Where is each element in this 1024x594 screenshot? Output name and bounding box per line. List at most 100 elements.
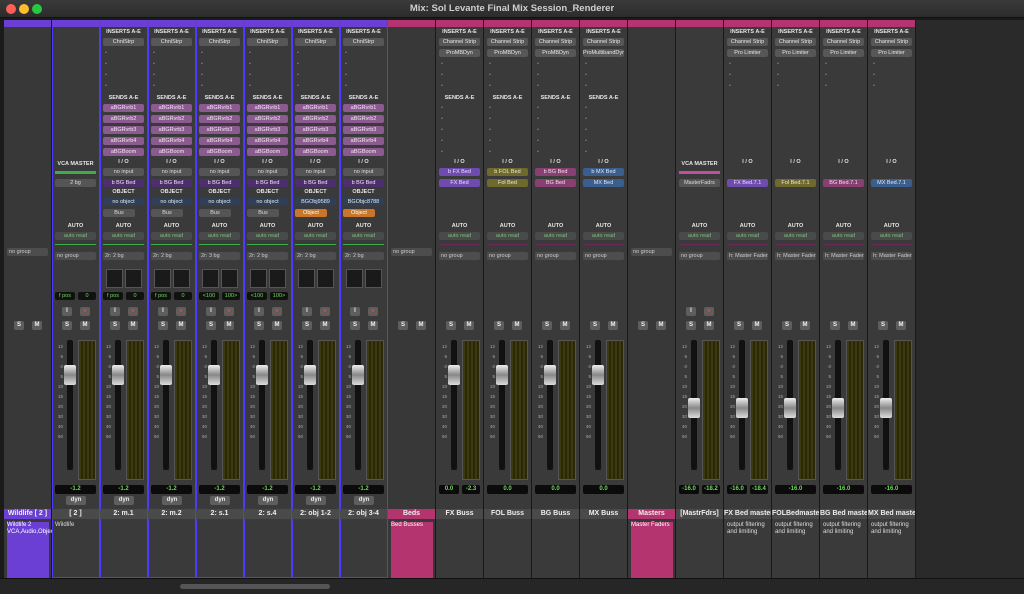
solo-button[interactable]: S xyxy=(686,321,696,330)
insert-slot[interactable]: • xyxy=(535,60,576,68)
input-monitor-button[interactable]: I xyxy=(350,307,360,316)
volume-readout-2[interactable]: -18.2 xyxy=(702,485,720,494)
insert-slot[interactable]: ChnlStrp xyxy=(199,38,240,46)
send-slot[interactable]: aBGRvrb3 xyxy=(343,126,384,134)
send-slot[interactable]: • xyxy=(535,148,576,156)
volume-readout[interactable]: 0.0 xyxy=(583,485,624,494)
send-slot[interactable]: aBGRvrb4 xyxy=(103,137,144,145)
volume-fader[interactable] xyxy=(112,365,124,385)
vca-assign[interactable]: 2 bg xyxy=(55,179,96,187)
dyn-button[interactable]: dyn xyxy=(114,496,134,505)
insert-slot[interactable]: • xyxy=(151,60,192,68)
volume-fader[interactable] xyxy=(544,365,556,385)
pan-knob-right[interactable] xyxy=(269,269,286,288)
volume-fader[interactable] xyxy=(736,398,748,418)
volume-readout[interactable]: -1.2 xyxy=(103,485,144,494)
input-selector[interactable]: b FX Bed xyxy=(439,168,480,176)
group-selector[interactable]: no group xyxy=(7,248,48,256)
insert-slot[interactable]: • xyxy=(583,71,624,79)
volume-readout[interactable]: -1.2 xyxy=(151,485,192,494)
record-arm-button[interactable]: ● xyxy=(224,307,234,316)
automation-mode-selector[interactable]: auto read xyxy=(583,232,624,240)
group-selector[interactable]: no group xyxy=(535,252,576,260)
record-arm-button[interactable]: ● xyxy=(368,307,378,316)
insert-slot[interactable]: • xyxy=(775,82,816,90)
send-slot[interactable]: aBGRvrb4 xyxy=(295,137,336,145)
solo-button[interactable]: S xyxy=(878,321,888,330)
automation-mode-selector[interactable]: auto read xyxy=(151,232,192,240)
pan-knob-right[interactable] xyxy=(173,269,190,288)
solo-button[interactable]: S xyxy=(14,321,24,330)
insert-slot[interactable]: • xyxy=(295,82,336,90)
track-name[interactable]: BG Buss xyxy=(532,509,579,519)
volume-readout[interactable]: 0.0 xyxy=(535,485,576,494)
bus-object-toggle[interactable]: Object xyxy=(295,209,327,217)
send-slot[interactable]: aBGRvrb3 xyxy=(103,126,144,134)
bus-object-toggle[interactable]: Bus xyxy=(199,209,231,217)
volume-fader[interactable] xyxy=(496,365,508,385)
input-monitor-button[interactable]: I xyxy=(686,307,696,316)
send-slot[interactable]: aBGRvrb2 xyxy=(295,115,336,123)
insert-slot[interactable]: • xyxy=(727,60,768,68)
input-selector[interactable]: no input xyxy=(199,168,240,176)
input-selector[interactable]: no input xyxy=(343,168,384,176)
group-selector[interactable]: no group xyxy=(583,252,624,260)
track-comment[interactable]: Wildlife xyxy=(55,522,97,529)
automation-mode-selector[interactable]: auto read xyxy=(103,232,144,240)
group-selector[interactable]: 2r: 2 bg xyxy=(103,252,144,260)
volume-fader[interactable] xyxy=(688,398,700,418)
pan-knob[interactable] xyxy=(154,269,171,288)
send-slot[interactable]: aBGBoom xyxy=(247,148,288,156)
track-name[interactable]: [MastrFdrs] xyxy=(676,509,723,519)
send-slot[interactable]: aBGRvrb2 xyxy=(151,115,192,123)
insert-slot[interactable]: • xyxy=(103,71,144,79)
output-selector[interactable]: Fol Bed xyxy=(487,179,528,187)
input-monitor-button[interactable]: I xyxy=(254,307,264,316)
output-selector[interactable]: b BG Bed xyxy=(103,179,144,187)
send-slot[interactable]: aBGRvrb1 xyxy=(199,104,240,112)
insert-slot[interactable]: • xyxy=(439,82,480,90)
track-name[interactable]: Beds xyxy=(388,509,435,519)
group-selector[interactable]: h: Master Faders xyxy=(823,252,864,260)
input-selector[interactable]: b BG Bed xyxy=(535,168,576,176)
output-selector[interactable]: MX Bed.7.1 xyxy=(871,179,912,187)
track-name[interactable]: FOLBedmaster xyxy=(772,509,819,519)
volume-readout[interactable]: -16.0 xyxy=(823,485,864,494)
insert-slot[interactable]: Pro Limiter xyxy=(871,49,912,57)
insert-slot[interactable]: • xyxy=(871,71,912,79)
solo-button[interactable]: S xyxy=(206,321,216,330)
insert-slot[interactable]: • xyxy=(343,82,384,90)
insert-slot[interactable]: • xyxy=(535,71,576,79)
send-slot[interactable]: • xyxy=(583,137,624,145)
volume-fader[interactable] xyxy=(304,365,316,385)
insert-slot[interactable]: • xyxy=(247,49,288,57)
mute-button[interactable]: M xyxy=(848,321,858,330)
send-slot[interactable]: aBGRvrb2 xyxy=(103,115,144,123)
automation-mode-selector[interactable]: auto read xyxy=(199,232,240,240)
send-slot[interactable]: aBGRvrb3 xyxy=(199,126,240,134)
output-selector[interactable]: b BG Bed xyxy=(343,179,384,187)
volume-fader[interactable] xyxy=(784,398,796,418)
insert-slot[interactable]: • xyxy=(487,71,528,79)
send-slot[interactable]: aBGRvrb4 xyxy=(247,137,288,145)
insert-slot[interactable]: • xyxy=(775,60,816,68)
vca-assign[interactable]: MasterFadrs xyxy=(679,179,720,187)
mute-button[interactable]: M xyxy=(608,321,618,330)
send-slot[interactable]: • xyxy=(583,104,624,112)
insert-slot[interactable]: Channel Strip xyxy=(823,38,864,46)
send-slot[interactable]: aBGRvrb2 xyxy=(343,115,384,123)
output-selector[interactable]: FX Bed.7.1 xyxy=(727,179,768,187)
send-slot[interactable]: aBGRvrb4 xyxy=(199,137,240,145)
object-selector[interactable]: no object xyxy=(103,198,144,206)
send-slot[interactable]: aBGBoom xyxy=(343,148,384,156)
track-name[interactable]: 2: m.1 xyxy=(100,509,147,519)
insert-slot[interactable]: • xyxy=(439,71,480,79)
input-selector[interactable]: no input xyxy=(103,168,144,176)
insert-slot[interactable]: • xyxy=(247,82,288,90)
insert-slot[interactable]: • xyxy=(775,71,816,79)
record-arm-button[interactable]: ● xyxy=(128,307,138,316)
solo-button[interactable]: S xyxy=(110,321,120,330)
record-arm-button[interactable]: ● xyxy=(320,307,330,316)
input-monitor-button[interactable]: I xyxy=(206,307,216,316)
input-monitor-button[interactable]: I xyxy=(110,307,120,316)
